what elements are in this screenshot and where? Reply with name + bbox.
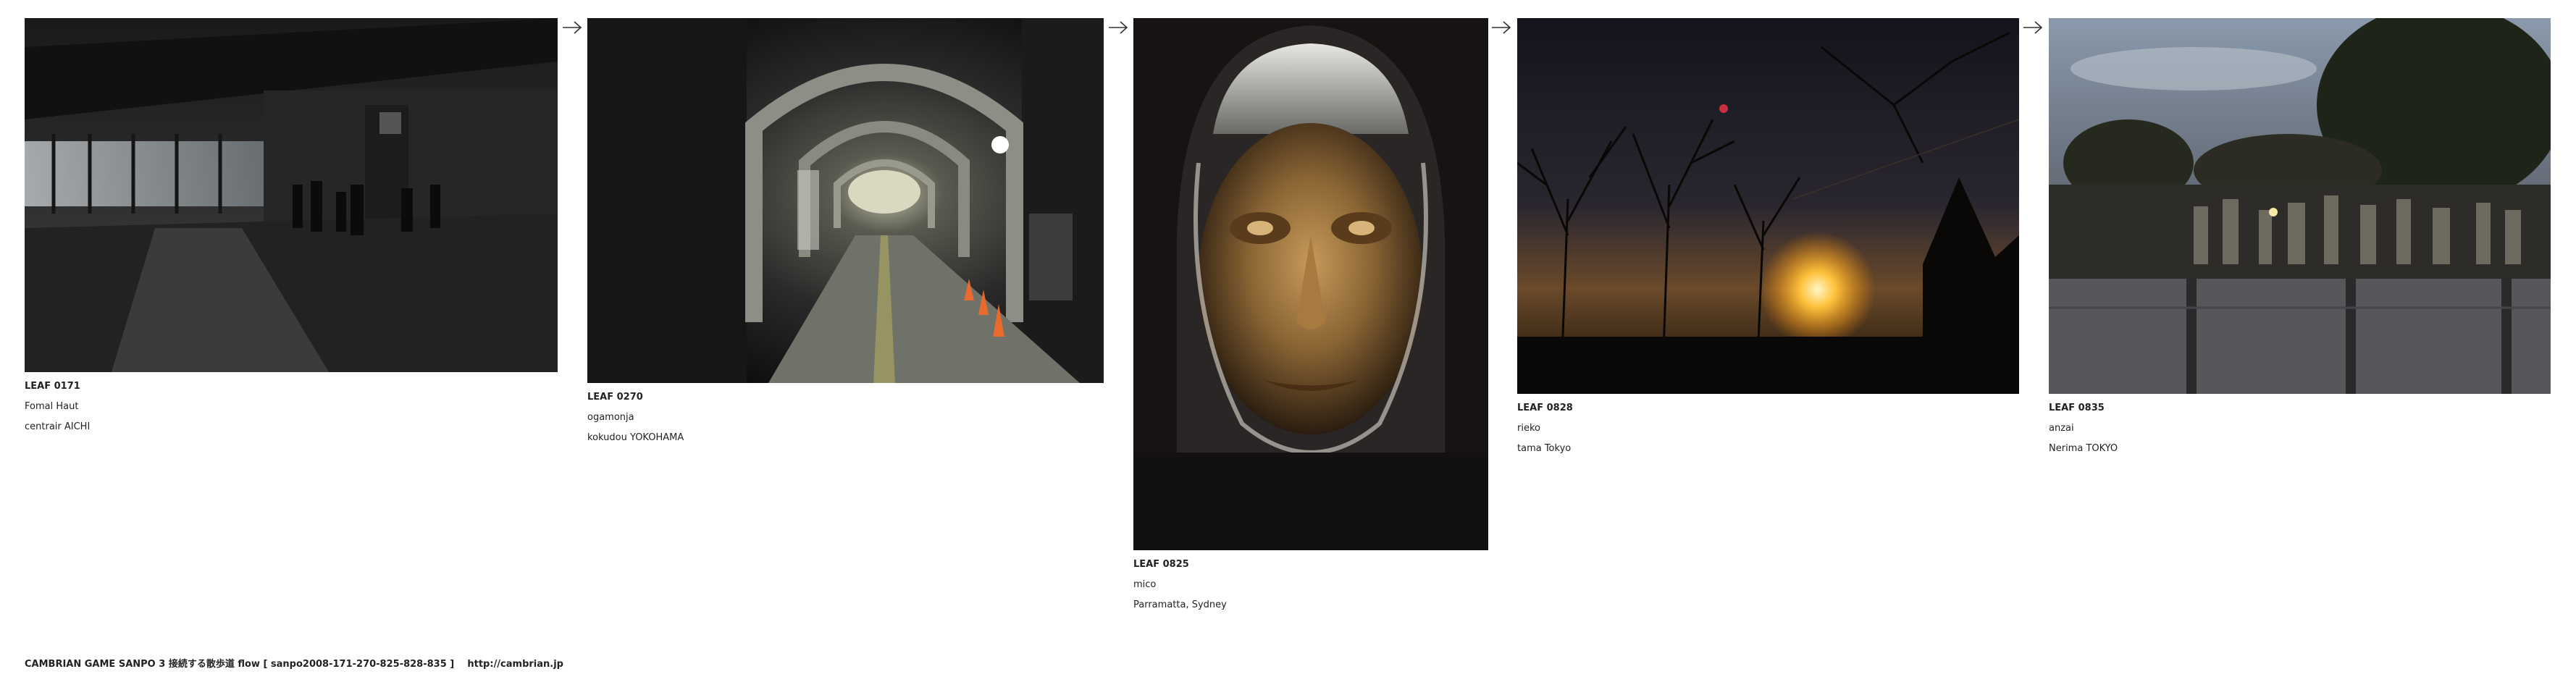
leaf-code: LEAF 0171 bbox=[25, 381, 80, 392]
leaf-author: mico bbox=[1133, 579, 1157, 590]
leaf-place: Parramatta, Sydney bbox=[1133, 599, 1227, 610]
leaf-caption: LEAF 0835 anzai Nerima TOKYO bbox=[2049, 398, 2118, 459]
leaf-caption: LEAF 0828 rieko tama Tokyo bbox=[1517, 398, 1573, 459]
leaf-caption: LEAF 0171 Fomal Haut centrair AICHI bbox=[25, 376, 90, 437]
right-arrow-icon bbox=[2023, 21, 2043, 34]
sunset-trees-photo[interactable] bbox=[1517, 18, 2019, 394]
leaf-author: rieko bbox=[1517, 423, 1540, 434]
leaf-author: Fomal Haut bbox=[25, 401, 79, 412]
leaf-place: centrair AICHI bbox=[25, 421, 91, 432]
right-arrow-icon bbox=[563, 21, 582, 34]
leaf-code: LEAF 0835 bbox=[2049, 403, 2105, 413]
leaf-place: Nerima TOKYO bbox=[2049, 443, 2118, 454]
leaf-code: LEAF 0825 bbox=[1133, 559, 1189, 570]
footer-credit: CAMBRIAN GAME SANPO 3 接続する散歩道 flow [ san… bbox=[25, 659, 455, 670]
leaf-code: LEAF 0270 bbox=[587, 392, 643, 403]
footer-link[interactable]: http://cambrian.jp bbox=[467, 659, 563, 670]
airport-terminal-photo[interactable] bbox=[25, 18, 558, 372]
leaf-place: kokudou YOKOHAMA bbox=[587, 432, 684, 443]
leaf-caption: LEAF 0825 mico Parramatta, Sydney bbox=[1133, 555, 1227, 615]
leaf-author: anzai bbox=[2049, 423, 2074, 434]
footer: CAMBRIAN GAME SANPO 3 接続する散歩道 flow [ san… bbox=[25, 656, 563, 670]
leaf-code: LEAF 0828 bbox=[1517, 403, 1573, 413]
arched-corridor-photo[interactable] bbox=[587, 18, 1104, 383]
bronze-face-sculpture-photo[interactable] bbox=[1133, 18, 1488, 550]
leaf-author: ogamonja bbox=[587, 412, 634, 423]
cemetery-dusk-photo[interactable] bbox=[2049, 18, 2551, 394]
leaf-caption: LEAF 0270 ogamonja kokudou YOKOHAMA bbox=[587, 387, 684, 448]
right-arrow-icon bbox=[1492, 21, 1511, 34]
right-arrow-icon bbox=[1109, 21, 1128, 34]
leaf-place: tama Tokyo bbox=[1517, 443, 1572, 454]
